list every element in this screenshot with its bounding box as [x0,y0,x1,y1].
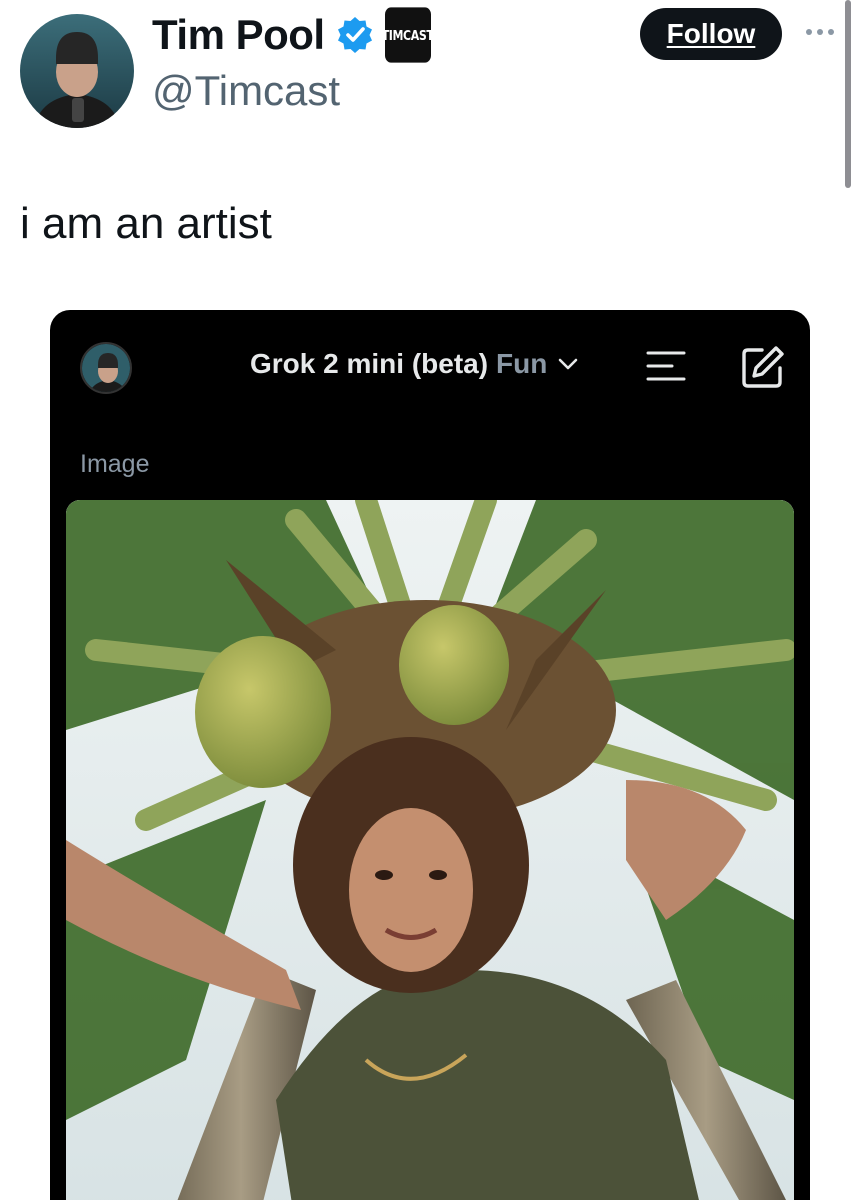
model-selector[interactable]: Grok 2 mini (beta) Fun [250,348,581,380]
author-handle[interactable]: @Timcast [152,66,340,116]
scrollbar[interactable] [845,0,851,188]
menu-icon[interactable] [646,348,686,384]
chevron-down-icon [559,358,578,370]
author-display-name[interactable]: Tim Pool [152,10,325,60]
grok-screenshot-card[interactable]: Grok 2 mini (beta) Fun Image [50,310,810,1200]
image-section-label: Image [80,450,150,478]
tweet-text: i am an artist [20,199,272,248]
generated-image[interactable] [66,500,794,1200]
model-mode: Fun [496,348,548,379]
follow-button[interactable]: Follow [640,8,782,60]
card-avatar [80,342,132,394]
edit-icon[interactable] [740,344,786,390]
model-name: Grok 2 mini (beta) [250,348,489,379]
affiliate-badge[interactable]: TIMCAST [382,7,434,63]
more-icon[interactable] [802,20,838,44]
avatar[interactable] [20,14,134,128]
verified-icon [337,17,372,53]
